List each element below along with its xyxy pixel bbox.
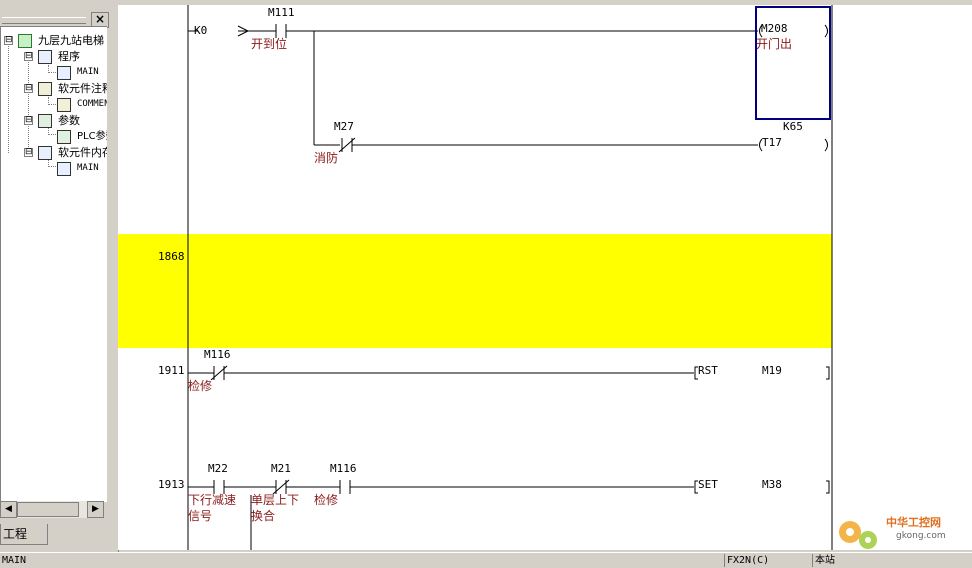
watermark-domain: gkong.com xyxy=(896,531,946,541)
memory-file-icon xyxy=(57,162,71,176)
ladder-editor[interactable]: K0 M111 开到位 M208 开门出 M27 消防 K65 T17 1868… xyxy=(118,5,972,550)
instruction-operand: M38 xyxy=(762,478,782,491)
scroll-thumb[interactable] xyxy=(17,502,79,517)
status-program: MAIN xyxy=(2,555,27,566)
status-station: 本站 xyxy=(812,554,970,567)
instruction-close-bracket xyxy=(826,366,830,380)
rung-highlight xyxy=(118,234,832,348)
step-number: 1911 xyxy=(158,364,185,377)
contact-comment: 单层上下 xyxy=(251,493,299,507)
rung-top[interactable]: K0 M111 开到位 M208 开门出 M27 消防 K65 T17 xyxy=(188,6,831,165)
contact-device-label: M21 xyxy=(271,462,291,475)
tree-item-memory-main[interactable]: MAIN xyxy=(1,161,107,176)
contact-device-label: M116 xyxy=(204,348,231,361)
contact-comment: 信号 xyxy=(188,509,212,523)
watermark-logo: 中华工控网 gkong.com xyxy=(836,510,966,552)
tree-item-main-program[interactable]: MAIN xyxy=(1,65,107,80)
panel-tab-strip: 工程 xyxy=(0,522,110,548)
tree-item-label: 软元件内存 xyxy=(58,146,107,159)
scroll-left-icon[interactable]: ◀ xyxy=(0,501,17,518)
instruction-operand: M19 xyxy=(762,364,782,377)
memory-icon xyxy=(38,146,52,160)
rung-1913[interactable]: 1913 M22 下行减速 信号 M21 单层上下 换合 M116 检修 SET… xyxy=(158,462,830,550)
gear-icon: 中华工控网 gkong.com xyxy=(839,515,946,549)
plc-param-icon xyxy=(57,130,71,144)
contact-comment: 换合 xyxy=(251,508,275,523)
timer-t17[interactable]: K65 T17 xyxy=(759,120,828,152)
instruction-set[interactable]: SET M38 xyxy=(694,478,830,494)
instruction-close-bracket xyxy=(826,480,830,494)
rung-1911[interactable]: 1911 M116 检修 RST M19 xyxy=(158,348,830,393)
tree-item-plc-parameter[interactable]: PLC参数 xyxy=(1,129,107,144)
tab-project[interactable]: 工程 xyxy=(0,524,48,545)
coil-close-bracket xyxy=(824,24,828,38)
tree-item-label: 参数 xyxy=(58,114,80,127)
collapse-icon[interactable]: ⊟ xyxy=(4,36,13,45)
tree-item-label: 软元件注释 xyxy=(58,82,107,95)
tree-item-label: MAIN xyxy=(77,67,99,77)
ladder-canvas[interactable]: K0 M111 开到位 M208 开门出 M27 消防 K65 T17 1868… xyxy=(118,5,972,550)
instruction-rst[interactable]: RST M19 xyxy=(694,364,830,380)
tree-item-comment[interactable]: COMMENT xyxy=(1,97,107,112)
project-panel: × ⊟ 九层九站电梯 ⊟ 程序 MAIN ⊟ 软元件注释 xyxy=(0,0,110,552)
coil-device-label: M208 xyxy=(761,22,788,35)
contact-m116[interactable]: M116 检修 xyxy=(188,348,231,393)
contact-m22[interactable]: M22 下行减速 信号 xyxy=(188,462,236,523)
comment-file-icon xyxy=(57,98,71,112)
comment-icon xyxy=(38,82,52,96)
tree-item-parameter[interactable]: ⊟ 参数 xyxy=(1,113,107,128)
ladder-file-icon xyxy=(57,66,71,80)
watermark-text: 中华工控网 xyxy=(886,515,941,529)
coil-m208[interactable]: M208 开门出 xyxy=(756,22,828,51)
contact-m116-b[interactable]: M116 检修 xyxy=(314,462,357,507)
timer-setting-label: K65 xyxy=(783,120,803,133)
contact-comment: 开到位 xyxy=(251,36,287,51)
panel-grip[interactable] xyxy=(2,17,86,24)
contact-comment: 检修 xyxy=(314,492,338,507)
tree-item-label: MAIN xyxy=(77,163,99,173)
contact-device-label: M27 xyxy=(334,120,354,133)
tree-item-device-comment[interactable]: ⊟ 软元件注释 xyxy=(1,81,107,96)
tree-item-label: PLC参数 xyxy=(77,131,107,142)
instruction-op: SET xyxy=(698,478,718,491)
status-plc-type: FX2N(C) xyxy=(724,554,807,567)
contact-comment: 消防 xyxy=(314,150,338,165)
contact-m111[interactable]: M111 开到位 xyxy=(251,6,295,51)
contact-m27[interactable]: M27 消防 xyxy=(314,120,356,165)
scroll-right-icon[interactable]: ▶ xyxy=(87,501,104,518)
contact-device-label: M22 xyxy=(208,462,228,475)
contact-device-label: M111 xyxy=(268,6,295,19)
project-tree[interactable]: ⊟ 九层九站电梯 ⊟ 程序 MAIN ⊟ 软元件注释 COMMENT ⊟ 参数 xyxy=(0,26,107,502)
program-icon xyxy=(38,50,52,64)
tree-item-label: 九层九站电梯 xyxy=(38,34,104,47)
project-icon xyxy=(18,34,32,48)
collapse-icon[interactable]: ⊟ xyxy=(24,52,33,61)
contact-device-label: M116 xyxy=(330,462,357,475)
contact-comment: 下行减速 xyxy=(188,493,236,507)
contact-comment: 检修 xyxy=(188,378,212,393)
tree-item-device-memory[interactable]: ⊟ 软元件内存 xyxy=(1,145,107,160)
panel-titlebar: × xyxy=(0,6,110,28)
tree-item-label: 程序 xyxy=(58,50,80,63)
const-label: K0 xyxy=(194,24,207,37)
tree-item-label: COMMENT xyxy=(77,99,107,109)
parameter-icon xyxy=(38,114,52,128)
coil-close-bracket xyxy=(824,138,828,152)
collapse-icon[interactable]: ⊟ xyxy=(24,116,33,125)
step-number: 1913 xyxy=(158,478,185,491)
tree-item-program[interactable]: ⊟ 程序 xyxy=(1,49,107,64)
collapse-icon[interactable]: ⊟ xyxy=(24,84,33,93)
instruction-op: RST xyxy=(698,364,718,377)
contact-m21[interactable]: M21 单层上下 换合 xyxy=(251,462,299,523)
tree-horizontal-scrollbar[interactable]: ◀ ▶ xyxy=(0,501,104,518)
collapse-icon[interactable]: ⊟ xyxy=(24,148,33,157)
status-bar: MAIN FX2N(C) 本站 xyxy=(0,552,972,568)
coil-comment: 开门出 xyxy=(756,36,792,51)
timer-device-label: T17 xyxy=(762,136,782,149)
tree-item-project[interactable]: ⊟ 九层九站电梯 xyxy=(1,33,107,48)
step-number: 1868 xyxy=(158,250,185,263)
